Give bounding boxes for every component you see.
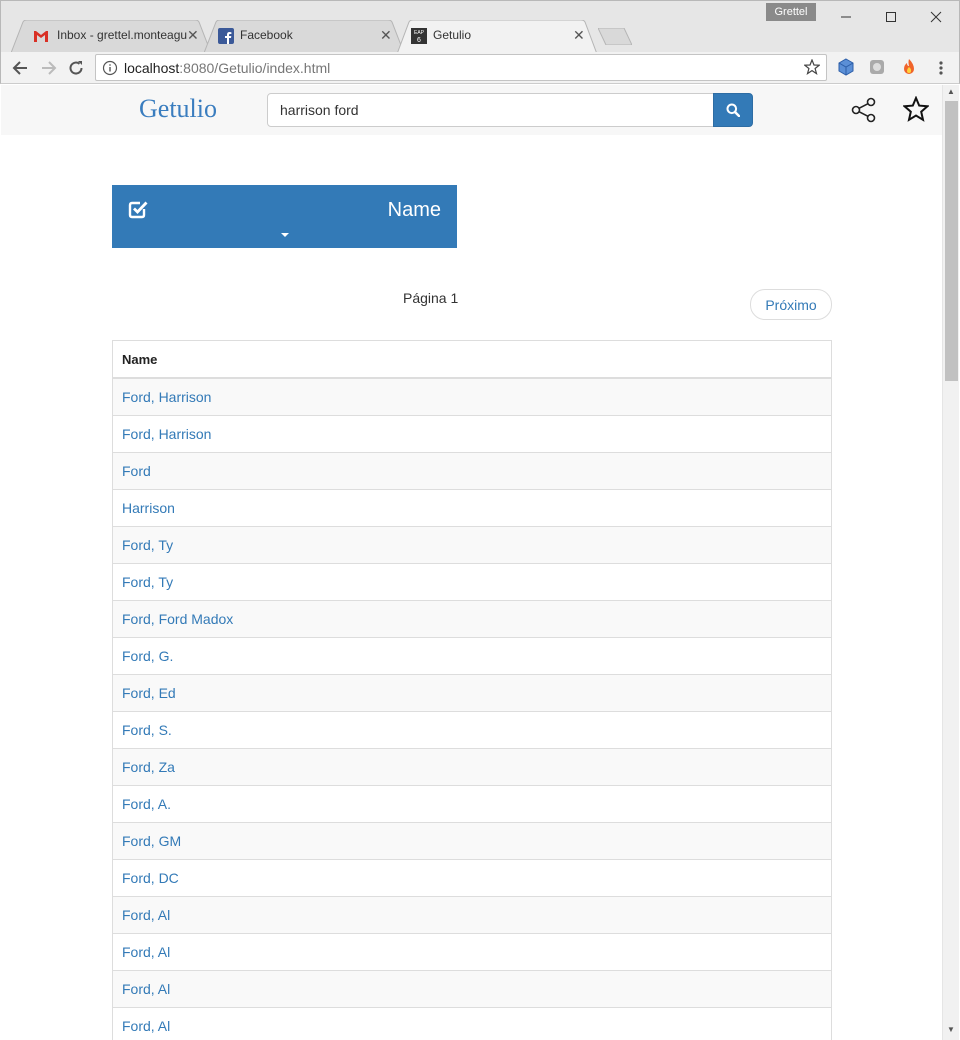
result-name-link[interactable]: Ford, Al	[122, 944, 170, 960]
table-row: Ford, Harrison	[113, 379, 831, 416]
page-scrollbar[interactable]: ▲ ▼	[942, 85, 959, 1040]
search-icon	[726, 103, 740, 117]
share-button[interactable]	[851, 97, 877, 128]
brand-logo[interactable]: Getulio	[139, 94, 217, 124]
table-row: Ford, Al	[113, 934, 831, 971]
share-icon	[851, 97, 876, 123]
result-name-link[interactable]: Ford, Al	[122, 907, 170, 923]
maximize-icon[interactable]	[868, 5, 914, 29]
table-row: Ford, Za	[113, 749, 831, 786]
result-name-link[interactable]: Ford, Za	[122, 759, 175, 775]
tab-gmail[interactable]: Inbox - grettel.monteagu ✕	[11, 20, 211, 53]
result-name-link[interactable]: Ford, Ty	[122, 537, 173, 553]
gmail-icon	[34, 31, 48, 42]
table-row: Ford, Ty	[113, 564, 831, 601]
favorite-button[interactable]	[902, 95, 930, 127]
checkbox-icon[interactable]	[127, 198, 149, 220]
extension-gray-icon[interactable]	[868, 58, 886, 76]
tab-label: Facebook	[240, 28, 293, 42]
close-window-icon[interactable]	[913, 5, 959, 29]
extension-cube-icon[interactable]	[837, 58, 855, 76]
result-name-link[interactable]: Ford	[122, 463, 151, 479]
reload-button[interactable]	[64, 56, 88, 80]
results-table: Name Ford, Harrison Ford, Harrison Ford Har…	[112, 340, 832, 1040]
tab-close-icon[interactable]: ✕	[573, 27, 585, 44]
forward-button[interactable]	[37, 56, 61, 80]
bookmark-star-icon[interactable]	[804, 59, 820, 75]
dropdown-caret-icon[interactable]	[281, 233, 289, 237]
table-row: Ford, Al	[113, 1008, 831, 1040]
result-name-link[interactable]: Harrison	[122, 500, 175, 516]
panel-title: Name	[387, 199, 441, 221]
search-input[interactable]	[267, 93, 715, 127]
table-row: Ford, Al	[113, 971, 831, 1008]
result-name-link[interactable]: Ford, DC	[122, 870, 179, 886]
result-name-link[interactable]: Ford, Ed	[122, 685, 176, 701]
new-tab-button[interactable]	[598, 28, 632, 45]
scroll-down-icon[interactable]: ▼	[947, 1025, 955, 1034]
tab-close-icon[interactable]: ✕	[380, 27, 392, 44]
browser-titlebar: Grettel Inbox - grettel.monteagu ✕ Faceb…	[0, 0, 960, 53]
table-row: Ford, A.	[113, 786, 831, 823]
profile-badge[interactable]: Grettel	[766, 3, 816, 21]
app-navbar: Getulio	[1, 85, 942, 135]
tab-close-icon[interactable]: ✕	[187, 27, 199, 44]
extension-fire-icon[interactable]	[900, 58, 918, 76]
table-row: Ford, S.	[113, 712, 831, 749]
back-button[interactable]	[8, 56, 32, 80]
tab-label: Inbox - grettel.monteagu	[57, 28, 188, 42]
table-row: Ford, Ford Madox	[113, 601, 831, 638]
svg-text:6: 6	[417, 37, 421, 44]
table-body: Ford, Harrison Ford, Harrison Ford Harrison…	[113, 379, 831, 1040]
info-icon[interactable]	[102, 60, 118, 76]
browser-toolbar: localhost:8080/Getulio/index.html	[0, 52, 960, 84]
result-name-link[interactable]: Ford, GM	[122, 833, 181, 849]
result-name-link[interactable]: Ford, Harrison	[122, 426, 211, 442]
table-header-name: Name	[113, 341, 831, 379]
table-row: Ford, Al	[113, 897, 831, 934]
result-name-link[interactable]: Ford, Harrison	[122, 389, 211, 405]
result-name-link[interactable]: Ford, Al	[122, 981, 170, 997]
facebook-icon	[218, 28, 234, 44]
result-name-link[interactable]: Ford, S.	[122, 722, 172, 738]
table-row: Ford, G.	[113, 638, 831, 675]
table-row: Ford, GM	[113, 823, 831, 860]
column-panel[interactable]: Name	[112, 185, 457, 248]
address-bar[interactable]: localhost:8080/Getulio/index.html	[95, 54, 827, 81]
star-icon	[902, 95, 930, 122]
page-viewport: Getulio Name Página 1 Próximo Name Ford,…	[1, 85, 942, 1040]
tab-facebook[interactable]: Facebook ✕	[204, 20, 404, 53]
table-row: Ford, Ed	[113, 675, 831, 712]
result-name-link[interactable]: Ford, Al	[122, 1018, 170, 1034]
search-button[interactable]	[713, 93, 753, 127]
table-row: Ford, DC	[113, 860, 831, 897]
browser-menu-icon[interactable]	[929, 56, 953, 80]
table-row: Ford	[113, 453, 831, 490]
scroll-up-icon[interactable]: ▲	[947, 87, 955, 96]
next-page-button[interactable]: Próximo	[750, 289, 832, 320]
page-indicator: Página 1	[403, 290, 459, 306]
result-name-link[interactable]: Ford, G.	[122, 648, 173, 664]
svg-text:EAP: EAP	[414, 30, 425, 36]
table-row: Ford, Harrison	[113, 416, 831, 453]
result-name-link[interactable]: Ford, Ford Madox	[122, 611, 233, 627]
minimize-icon[interactable]	[823, 5, 869, 29]
url-text: localhost:8080/Getulio/index.html	[124, 60, 331, 76]
app-icon: EAP6	[411, 28, 427, 44]
tab-label: Getulio	[433, 28, 472, 42]
result-name-link[interactable]: Ford, A.	[122, 796, 171, 812]
result-name-link[interactable]: Ford, Ty	[122, 574, 173, 590]
tab-getulio[interactable]: EAP 6 Getulio ✕	[397, 20, 597, 53]
table-row: Harrison	[113, 490, 831, 527]
table-row: Ford, Ty	[113, 527, 831, 564]
scroll-thumb[interactable]	[945, 101, 958, 381]
